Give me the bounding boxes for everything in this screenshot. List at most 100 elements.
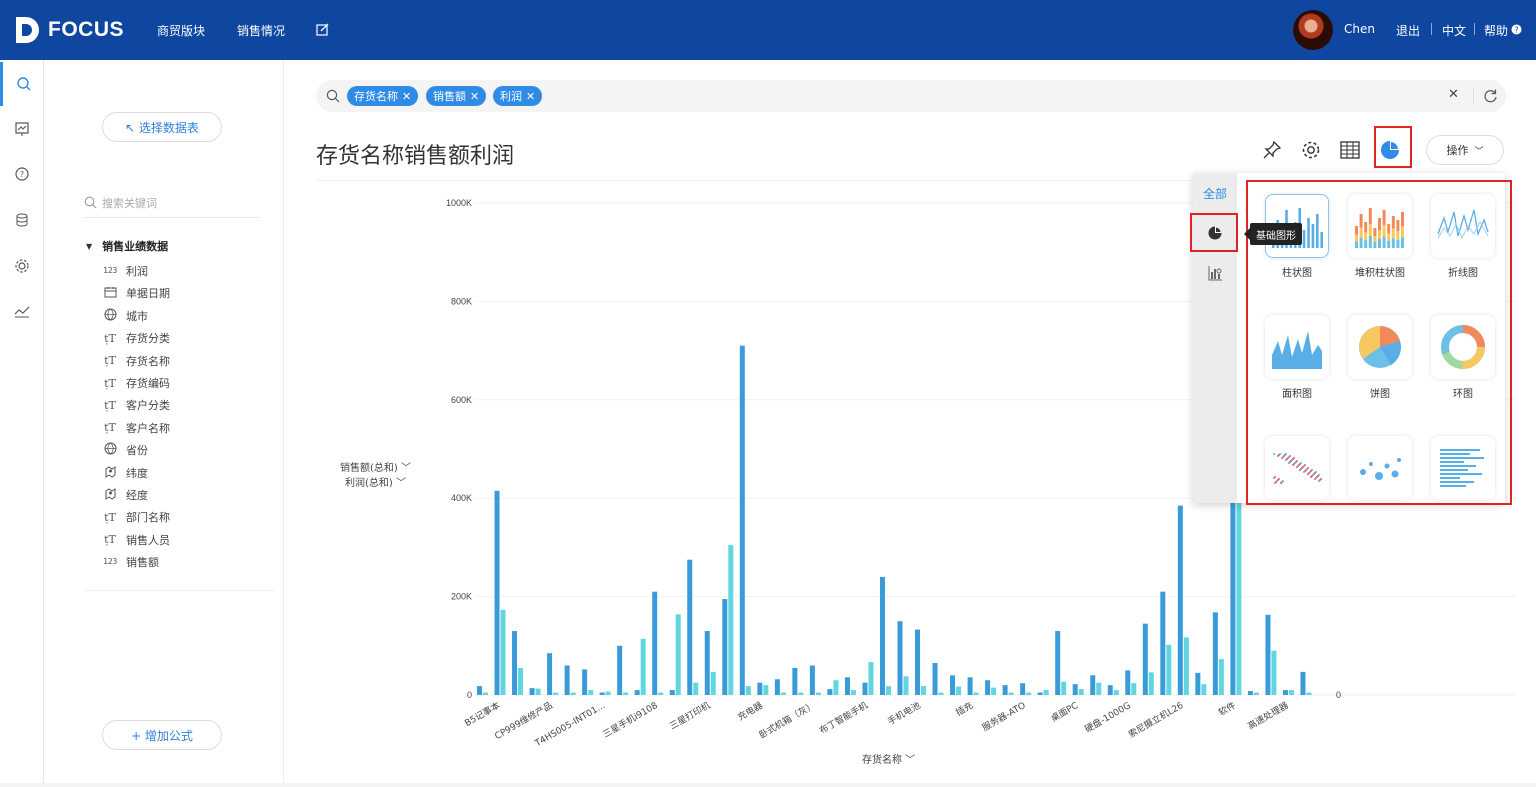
- field-item[interactable]: ṭT 客户名称: [102, 419, 170, 437]
- select-table-button[interactable]: ↖ 选择数据表: [102, 112, 222, 142]
- search-tag[interactable]: 销售额 ✕: [426, 86, 487, 106]
- clear-icon[interactable]: ✕: [1448, 87, 1459, 102]
- bar: [675, 614, 681, 695]
- field-item[interactable]: ṭT 存货名称: [102, 352, 170, 370]
- x-tick-label: 布丁智能手机: [817, 699, 870, 736]
- tag-close-icon[interactable]: ✕: [402, 90, 411, 103]
- nav-sales-status[interactable]: 销售情况: [237, 22, 285, 39]
- language-switch[interactable]: 中文: [1442, 22, 1466, 39]
- bar: [921, 686, 927, 695]
- help-link[interactable]: 帮助: [1484, 22, 1508, 39]
- search-tag[interactable]: 存货名称 ✕: [347, 86, 419, 106]
- bar: [494, 490, 500, 695]
- add-formula-button[interactable]: + 增加公式: [102, 720, 222, 750]
- nav-trade-section[interactable]: 商贸版块: [157, 22, 205, 39]
- field-item[interactable]: 123 利润: [102, 262, 148, 280]
- logout-link[interactable]: 退出: [1396, 22, 1420, 39]
- field-type-icon: ṭT: [104, 533, 116, 547]
- dashboard-icon[interactable]: [0, 107, 44, 151]
- field-item[interactable]: 纬度: [102, 464, 148, 482]
- bar: [605, 691, 611, 695]
- y-tick-label: 800K: [451, 296, 472, 306]
- pin-icon[interactable]: [1258, 136, 1286, 164]
- divider: [84, 590, 274, 591]
- bar: [1078, 689, 1084, 695]
- focus-logo[interactable]: FOCUS: [14, 14, 124, 46]
- user-name[interactable]: Chen: [1344, 22, 1375, 36]
- bar: [512, 631, 518, 695]
- bar: [693, 682, 699, 695]
- refresh-icon[interactable]: [1483, 88, 1498, 103]
- bar: [1026, 692, 1032, 695]
- bar: [1306, 692, 1312, 695]
- x-axis-label[interactable]: 存货名称 ﹀: [862, 751, 915, 766]
- field-item[interactable]: ṭT 销售人员: [102, 531, 170, 549]
- bar: [850, 690, 856, 695]
- field-label: 客户分类: [126, 399, 170, 413]
- edit-icon[interactable]: [316, 23, 329, 39]
- y-series-label[interactable]: 销售额(总和) ﹀: [340, 459, 411, 474]
- field-item[interactable]: 省份: [102, 441, 148, 459]
- x-tick-label: 卧式机箱（灰）: [757, 699, 818, 741]
- bar: [483, 692, 488, 695]
- avatar[interactable]: [1293, 10, 1333, 50]
- bar: [739, 345, 745, 695]
- field-item[interactable]: ṭT 部门名称: [102, 508, 170, 526]
- icon-sidebar: ?: [0, 60, 44, 783]
- bar: [1183, 637, 1189, 695]
- bar: [1142, 623, 1148, 695]
- bar: [938, 692, 944, 695]
- bar: [1253, 692, 1259, 695]
- keyword-search[interactable]: 搜索关键词: [84, 188, 259, 218]
- field-item[interactable]: 经度: [102, 486, 148, 504]
- trend-icon[interactable]: [0, 289, 44, 333]
- gear-icon[interactable]: [0, 244, 44, 288]
- highlight-box: [1190, 213, 1238, 252]
- field-item[interactable]: ṭT 存货编码: [102, 374, 170, 392]
- bar: [529, 688, 535, 695]
- bar: [477, 686, 482, 695]
- bar: [827, 689, 833, 695]
- bar: [652, 591, 658, 695]
- tag-label: 销售额: [433, 90, 466, 103]
- field-item[interactable]: 城市: [102, 307, 148, 325]
- y-series-label[interactable]: 利润(总和) ﹀: [345, 474, 406, 489]
- tag-close-icon[interactable]: ✕: [526, 90, 535, 103]
- operate-dropdown[interactable]: 操作 ﹀: [1426, 135, 1504, 165]
- field-item[interactable]: ṭT 存货分类: [102, 329, 170, 347]
- y-tick-label: 1000K: [446, 198, 472, 208]
- bar: [745, 686, 751, 695]
- tag-label: 利润: [500, 90, 522, 103]
- search-bar[interactable]: 存货名称 ✕ 销售额 ✕ 利润 ✕ ✕: [316, 80, 1506, 112]
- tag-close-icon[interactable]: ✕: [470, 90, 479, 103]
- caret-down-icon: ▼: [86, 241, 93, 251]
- bar: [780, 692, 786, 695]
- bar: [1212, 612, 1218, 695]
- bar: [897, 621, 903, 695]
- field-item[interactable]: ṭT 客户分类: [102, 396, 170, 414]
- field-label: 客户名称: [126, 421, 170, 435]
- bar: [588, 690, 594, 695]
- bar: [879, 576, 885, 695]
- bar-category-icon[interactable]: [1207, 265, 1223, 285]
- tree-root-sales-data[interactable]: ▼ 销售业绩数据: [86, 238, 168, 254]
- table-icon[interactable]: [1336, 136, 1364, 164]
- database-icon[interactable]: [0, 198, 44, 242]
- bar: [885, 686, 891, 695]
- help-icon[interactable]: ?: [1511, 24, 1522, 38]
- search-icon[interactable]: [0, 62, 44, 106]
- bar: [582, 669, 588, 695]
- settings-gear-icon[interactable]: [1297, 136, 1325, 164]
- bar: [774, 679, 780, 695]
- bar: [1218, 659, 1224, 695]
- field-item[interactable]: 单据日期: [102, 284, 170, 302]
- field-item[interactable]: 123 销售额: [102, 553, 159, 571]
- bar: [956, 686, 962, 695]
- bar: [1236, 500, 1242, 695]
- search-tag[interactable]: 利润 ✕: [493, 86, 543, 106]
- question-icon[interactable]: ?: [0, 152, 44, 196]
- bar: [1230, 498, 1236, 695]
- category-all[interactable]: 全部: [1193, 185, 1237, 202]
- chart-category-tooltip: 基础图形: [1244, 223, 1302, 245]
- bar: [1020, 683, 1026, 695]
